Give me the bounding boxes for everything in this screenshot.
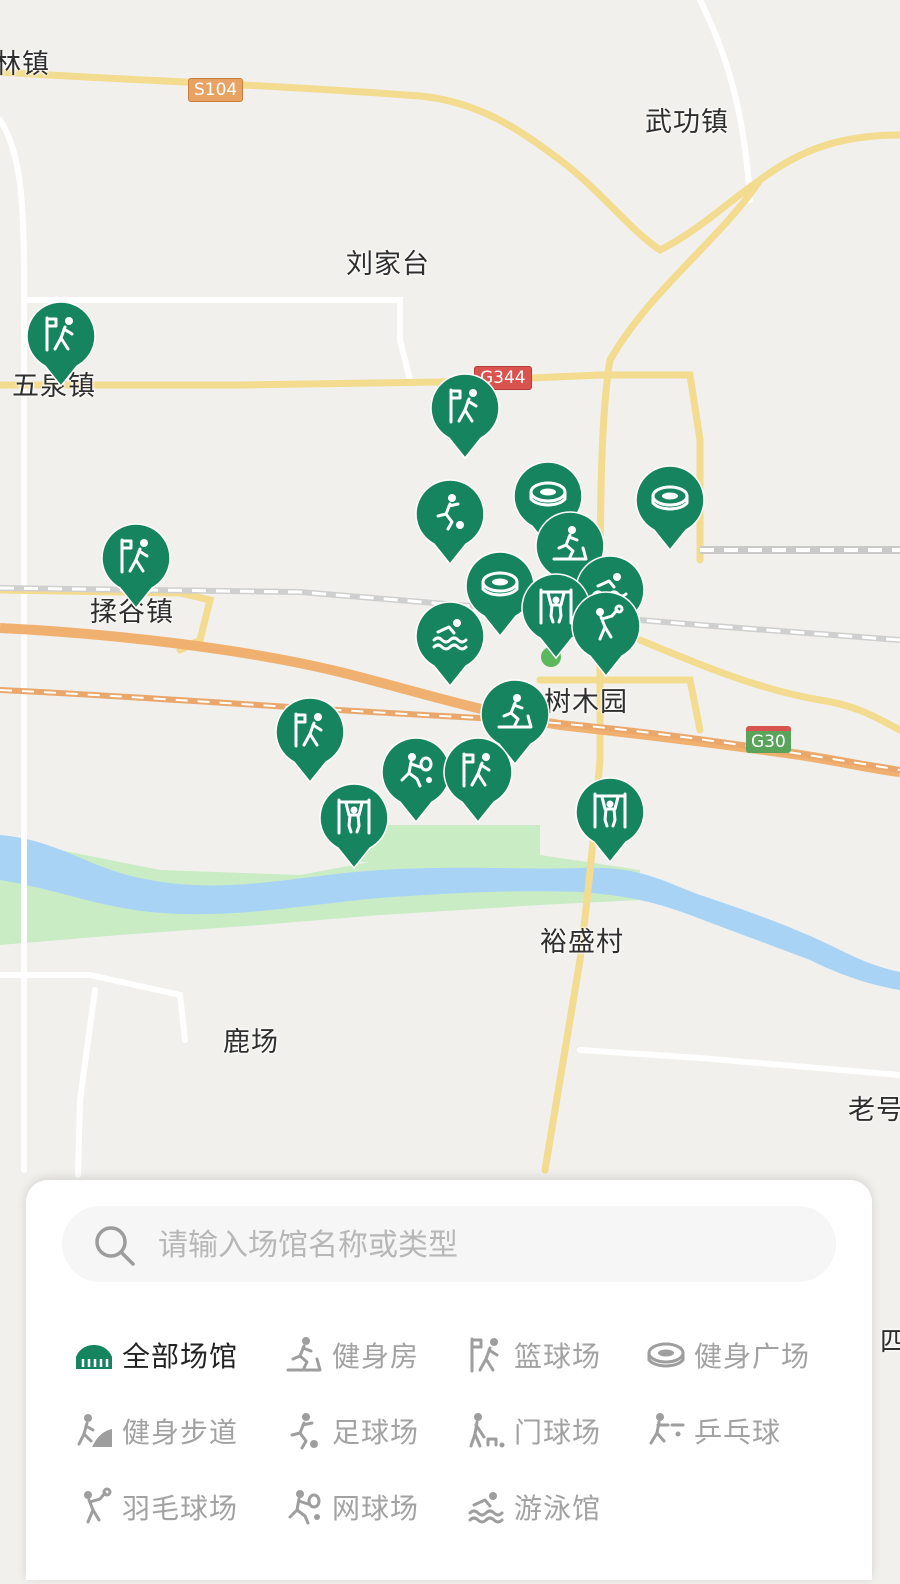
category-badminton[interactable]: 羽毛球场 bbox=[74, 1482, 238, 1532]
category-label: 羽毛球场 bbox=[122, 1492, 239, 1525]
venue-marker-basketball[interactable] bbox=[98, 520, 174, 610]
category-label: 健身广场 bbox=[694, 1340, 811, 1373]
gateball-icon bbox=[469, 1413, 505, 1448]
category-fitness-trail[interactable]: 健身步道 bbox=[74, 1406, 238, 1456]
venue-marker-basketball[interactable] bbox=[272, 694, 348, 784]
swimming-icon bbox=[468, 1492, 504, 1524]
basketball-icon bbox=[430, 373, 500, 460]
road-shield-g30: G30 bbox=[746, 726, 791, 753]
venue-marker-basketball[interactable] bbox=[440, 734, 516, 824]
search-icon bbox=[95, 1226, 135, 1266]
basketball-icon bbox=[275, 697, 345, 784]
category-label: 门球场 bbox=[514, 1416, 602, 1449]
search-bar[interactable] bbox=[62, 1206, 836, 1284]
category-label: 足球场 bbox=[332, 1416, 420, 1449]
basketball-icon bbox=[443, 737, 513, 824]
category-basketball[interactable]: 篮球场 bbox=[466, 1330, 601, 1380]
category-soccer[interactable]: 足球场 bbox=[284, 1406, 419, 1456]
basketball-icon bbox=[470, 1337, 499, 1373]
place-label-linzhen: 林镇 bbox=[0, 49, 50, 80]
category-fitness-plaza[interactable]: 健身广场 bbox=[646, 1330, 810, 1380]
fitness-trail-icon bbox=[77, 1414, 112, 1447]
venue-marker-badminton[interactable] bbox=[568, 588, 644, 678]
category-tennis[interactable]: 网球场 bbox=[284, 1482, 419, 1532]
category-label: 游泳馆 bbox=[514, 1492, 602, 1525]
badminton-icon bbox=[571, 591, 641, 678]
stadium-icon bbox=[635, 465, 705, 552]
place-label-liujiatai: 刘家台 bbox=[346, 249, 430, 280]
badminton-icon bbox=[84, 1487, 112, 1524]
swimming-icon bbox=[415, 601, 485, 688]
category-label: 健身步道 bbox=[122, 1416, 239, 1449]
venue-marker-fitness-equipment[interactable] bbox=[572, 774, 648, 864]
pullup-icon bbox=[319, 783, 389, 870]
venue-marker-swimming[interactable] bbox=[412, 598, 488, 688]
soccer-icon bbox=[290, 1413, 318, 1450]
category-label: 全部场馆 bbox=[122, 1340, 239, 1373]
category-label: 网球场 bbox=[332, 1492, 420, 1525]
category-swimming[interactable]: 游泳馆 bbox=[466, 1482, 601, 1532]
place-label-yusheng: 裕盛村 bbox=[540, 927, 624, 958]
pullup-icon bbox=[575, 777, 645, 864]
place-label-laohao: 老号 bbox=[848, 1095, 900, 1126]
place-label-wugong: 武功镇 bbox=[645, 107, 729, 138]
venue-marker-basketball[interactable] bbox=[23, 298, 99, 388]
fitness-plaza-icon bbox=[647, 1342, 685, 1368]
venue-marker-fitness-equipment[interactable] bbox=[316, 780, 392, 870]
category-all-venues[interactable]: 全部场馆 bbox=[74, 1330, 238, 1380]
gym-icon bbox=[286, 1337, 322, 1372]
place-label-edge: 四 bbox=[880, 1327, 900, 1358]
search-input[interactable] bbox=[156, 1206, 800, 1284]
place-label-shumuyuan: 树木园 bbox=[544, 687, 628, 718]
ping-pong-icon bbox=[649, 1413, 685, 1445]
venue-filter-panel: 全部场馆 健身房 篮球场 健身广场 健身步道 足球场 门球场 乒乓球 羽毛球场 … bbox=[26, 1180, 872, 1580]
category-label: 乒乓球 bbox=[694, 1416, 782, 1449]
venue-marker-stadium[interactable] bbox=[632, 462, 708, 552]
category-gym[interactable]: 健身房 bbox=[284, 1330, 419, 1380]
category-label: 篮球场 bbox=[514, 1340, 602, 1373]
category-label: 健身房 bbox=[332, 1340, 420, 1373]
venue-marker-basketball[interactable] bbox=[427, 370, 503, 460]
all-venues-icon bbox=[76, 1345, 112, 1369]
basketball-icon bbox=[26, 301, 96, 388]
place-label-luchang: 鹿场 bbox=[223, 1027, 279, 1058]
road-shield-s104: S104 bbox=[188, 78, 244, 102]
basketball-icon bbox=[101, 523, 171, 610]
category-gateball[interactable]: 门球场 bbox=[466, 1406, 601, 1456]
tennis-icon bbox=[288, 1490, 321, 1525]
category-ping-pong[interactable]: 乒乓球 bbox=[646, 1406, 781, 1456]
